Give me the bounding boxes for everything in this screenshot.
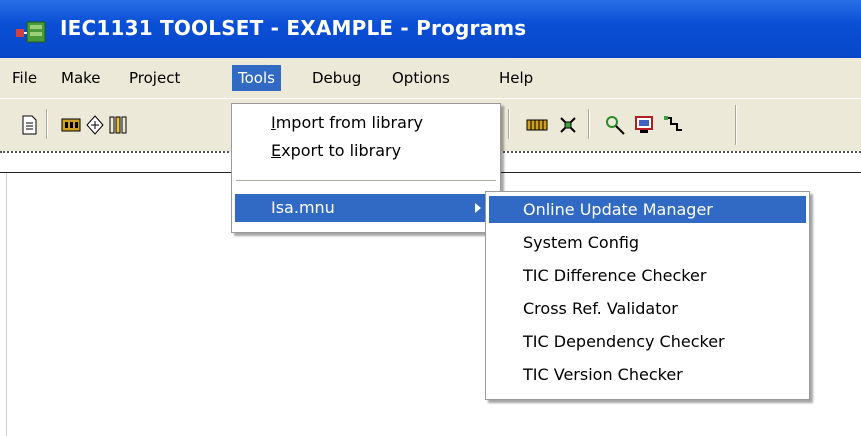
tools-dropdown-menu: Import from library Export to library Is… xyxy=(231,103,501,233)
library-icon[interactable] xyxy=(526,114,548,136)
app-icon xyxy=(16,21,46,43)
program-icon[interactable] xyxy=(107,114,129,136)
network-icon[interactable] xyxy=(557,114,579,136)
submenu-arrow-icon xyxy=(475,203,481,213)
mnemonic-export: E xyxy=(271,141,282,160)
compile-icon[interactable] xyxy=(84,114,106,136)
menu-tools[interactable]: Tools xyxy=(232,65,281,91)
submenu-item-tic-version-checker[interactable]: TIC Version Checker xyxy=(489,361,806,388)
menu-help[interactable]: Help xyxy=(493,65,539,91)
menu-make[interactable]: Make xyxy=(55,65,107,91)
menu-item-isa-mnu[interactable]: Isa.mnu xyxy=(235,194,497,222)
build-icon[interactable] xyxy=(60,114,82,136)
menu-bar: File Make Project Tools Debug Options He… xyxy=(0,58,861,98)
submenu-item-tic-dependency-checker[interactable]: TIC Dependency Checker xyxy=(489,328,806,355)
submenu-item-cross-ref-validator[interactable]: Cross Ref. Validator xyxy=(489,295,806,322)
menu-file[interactable]: File xyxy=(6,65,43,91)
window-title: IEC1131 TOOLSET - EXAMPLE - Programs xyxy=(60,16,527,40)
menu-separator xyxy=(236,180,496,182)
new-document-icon[interactable] xyxy=(18,114,40,136)
title-bar[interactable]: IEC1131 TOOLSET - EXAMPLE - Programs xyxy=(0,0,861,58)
connection-icon[interactable] xyxy=(662,114,684,136)
label-isa-mnu: Isa.mnu xyxy=(271,198,335,217)
workspace-edge xyxy=(6,173,7,436)
submenu-item-system-config[interactable]: System Config xyxy=(489,229,806,256)
monitor-icon[interactable] xyxy=(633,114,655,136)
isa-submenu: Online Update Manager System Config TIC … xyxy=(485,191,810,400)
menu-item-import-from-library[interactable]: Import from library xyxy=(235,109,497,137)
label-import: mport from library xyxy=(275,113,423,132)
menu-debug[interactable]: Debug xyxy=(306,65,367,91)
menu-options[interactable]: Options xyxy=(386,65,456,91)
menu-project[interactable]: Project xyxy=(123,65,186,91)
menu-item-export-to-library[interactable]: Export to library xyxy=(235,137,497,165)
submenu-item-online-update-manager[interactable]: Online Update Manager xyxy=(489,196,806,223)
submenu-item-tic-difference-checker[interactable]: TIC Difference Checker xyxy=(489,262,806,289)
label-export: xport to library xyxy=(281,141,402,160)
debug-icon[interactable] xyxy=(604,114,626,136)
